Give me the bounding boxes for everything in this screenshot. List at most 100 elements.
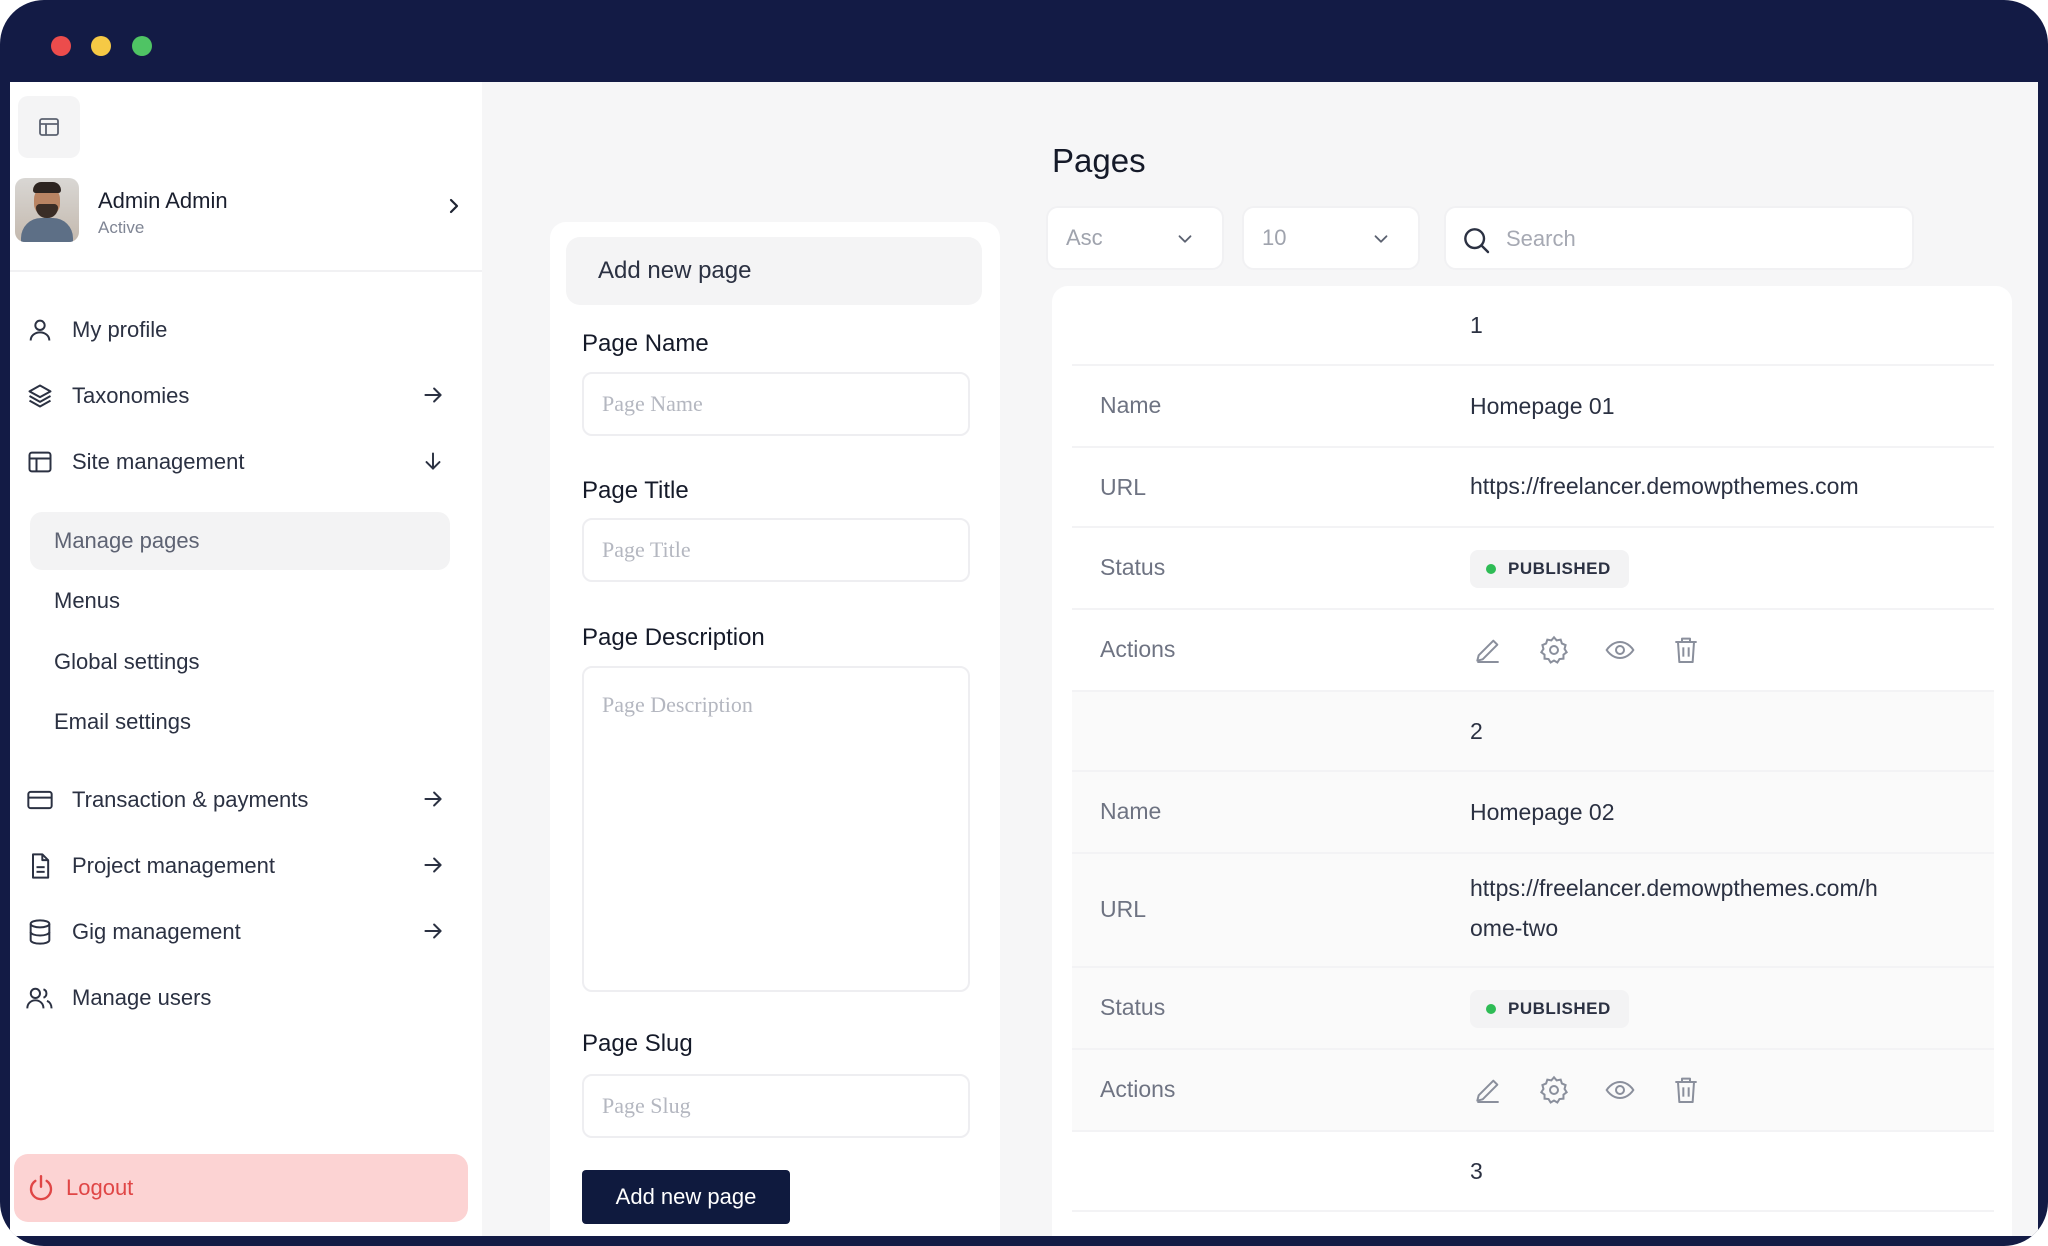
arrow-down-icon [425, 452, 441, 470]
record-number: 3 [1470, 1158, 1483, 1184]
status-text: PUBLISHED [1508, 559, 1611, 578]
sidebar-item-gig-management[interactable]: Gig management [24, 906, 464, 958]
sidebar-item-label: Taxonomies [72, 383, 190, 408]
window-titlebar [0, 0, 2048, 82]
page-name-input[interactable] [582, 372, 970, 436]
sidebar-item-my-profile[interactable]: My profile [24, 304, 464, 356]
sidebar-collapse-button[interactable] [18, 96, 80, 158]
pages-table: 1 Name Homepage 01 URL https://freelance… [1052, 286, 2012, 1236]
row-actions [1470, 632, 1704, 668]
record-number-row: 2 [1072, 692, 1994, 772]
window-minimize-dot[interactable] [91, 36, 111, 56]
users-icon [24, 982, 56, 1014]
field-value-line-1: https://freelancer.demowpthemes.com/h [1470, 875, 1878, 901]
app-screen: Admin Admin Active My profile Taxonomies… [10, 82, 2038, 1236]
profile-status: Active [98, 218, 145, 237]
logout-button[interactable]: Logout [14, 1154, 468, 1222]
database-icon [24, 916, 56, 948]
window-maximize-dot[interactable] [132, 36, 152, 56]
settings-icon[interactable] [1536, 632, 1572, 668]
page-description-textarea[interactable] [582, 666, 970, 992]
sort-order-value: Asc [1066, 225, 1103, 250]
status-dot [1486, 1004, 1496, 1014]
record-number: 1 [1470, 312, 1483, 338]
field-key: Name [1100, 798, 1162, 824]
search-icon [1464, 228, 1490, 254]
sidebar-divider [10, 270, 482, 272]
search-box[interactable] [1444, 206, 1914, 270]
field-value: https://freelancer.demowpthemes.com [1470, 473, 1859, 499]
arrow-right-icon [424, 387, 442, 403]
field-value: Homepage 02 [1470, 799, 1615, 825]
trash-icon[interactable] [1668, 632, 1704, 668]
profile-card[interactable]: Admin Admin Active [10, 174, 482, 260]
chevron-right-icon [449, 198, 459, 214]
settings-icon[interactable] [1536, 1072, 1572, 1108]
layers-icon [24, 380, 56, 412]
form-header: Add new page [566, 237, 982, 305]
arrow-right-icon [424, 857, 442, 873]
table-row: Actions [1072, 610, 1994, 692]
table-row: URL https://freelancer.demowpthemes.com [1072, 448, 1994, 528]
avatar [15, 178, 79, 242]
record-number-row: 3 [1072, 1132, 1994, 1212]
page-slug-input[interactable] [582, 1074, 970, 1138]
table-row: Status PUBLISHED [1072, 968, 1994, 1050]
per-page-select[interactable]: 10 [1242, 206, 1420, 270]
sidebar: Admin Admin Active My profile Taxonomies… [10, 82, 482, 1236]
status-badge: PUBLISHED [1470, 990, 1629, 1028]
sidebar-item-manage-users[interactable]: Manage users [24, 972, 464, 1024]
field-key: Actions [1100, 636, 1176, 662]
sidebar-item-label: Manage users [72, 985, 212, 1010]
layout-icon [39, 118, 59, 136]
edit-icon[interactable] [1470, 1072, 1506, 1108]
chevron-down-icon [1374, 235, 1388, 243]
field-key: Status [1100, 994, 1166, 1020]
sidebar-subitem-menus[interactable]: Menus [30, 572, 450, 630]
window-close-dot[interactable] [51, 36, 71, 56]
sidebar-item-label: Site management [72, 449, 245, 474]
sidebar-subitem-email-settings[interactable]: Email settings [30, 693, 450, 751]
status-text: PUBLISHED [1508, 999, 1611, 1018]
status-badge: PUBLISHED [1470, 550, 1629, 588]
page-title-label: Page Title [582, 477, 689, 504]
page-slug-label: Page Slug [582, 1030, 693, 1057]
view-icon[interactable] [1602, 632, 1638, 668]
document-icon [24, 850, 56, 882]
sidebar-item-label: Transaction & payments [72, 787, 309, 812]
chevron-down-icon [1178, 235, 1192, 243]
user-icon [24, 314, 56, 346]
sidebar-item-site-management[interactable]: Site management [24, 436, 464, 488]
credit-card-icon [24, 784, 56, 816]
table-row: URL https://freelancer.demowpthemes.com/… [1072, 854, 1994, 968]
edit-icon[interactable] [1470, 632, 1506, 668]
sidebar-item-label: Gig management [72, 919, 241, 944]
arrow-right-icon [424, 923, 442, 939]
sidebar-item-transactions[interactable]: Transaction & payments [24, 774, 464, 826]
field-key: Actions [1100, 1076, 1176, 1102]
profile-name: Admin Admin [98, 188, 228, 213]
field-key: Name [1100, 392, 1162, 418]
search-input[interactable] [1506, 222, 1896, 256]
page-title-input[interactable] [582, 518, 970, 582]
field-key: URL [1100, 896, 1147, 922]
logout-label: Logout [66, 1175, 134, 1200]
status-dot [1486, 564, 1496, 574]
add-new-page-button[interactable]: Add new page [582, 1170, 790, 1224]
page-title: Pages [1052, 142, 1146, 179]
sidebar-item-taxonomies[interactable]: Taxonomies [24, 370, 464, 422]
field-key: Status [1100, 554, 1166, 580]
table-row: Status PUBLISHED [1072, 528, 1994, 610]
trash-icon[interactable] [1668, 1072, 1704, 1108]
power-icon [29, 1174, 53, 1201]
sidebar-subitem-manage-pages[interactable]: Manage pages [30, 512, 450, 570]
sidebar-item-project-management[interactable]: Project management [24, 840, 464, 892]
table-row: Name Homepage 02 [1072, 772, 1994, 854]
sort-order-select[interactable]: Asc [1046, 206, 1224, 270]
app-window-frame: Admin Admin Active My profile Taxonomies… [0, 0, 2048, 1246]
layout-icon [24, 446, 56, 478]
sidebar-subitem-global-settings[interactable]: Global settings [30, 633, 450, 691]
page-name-label: Page Name [582, 330, 709, 357]
add-page-form-panel: Add new page Page Name Page Title Page D… [550, 222, 1000, 1236]
view-icon[interactable] [1602, 1072, 1638, 1108]
